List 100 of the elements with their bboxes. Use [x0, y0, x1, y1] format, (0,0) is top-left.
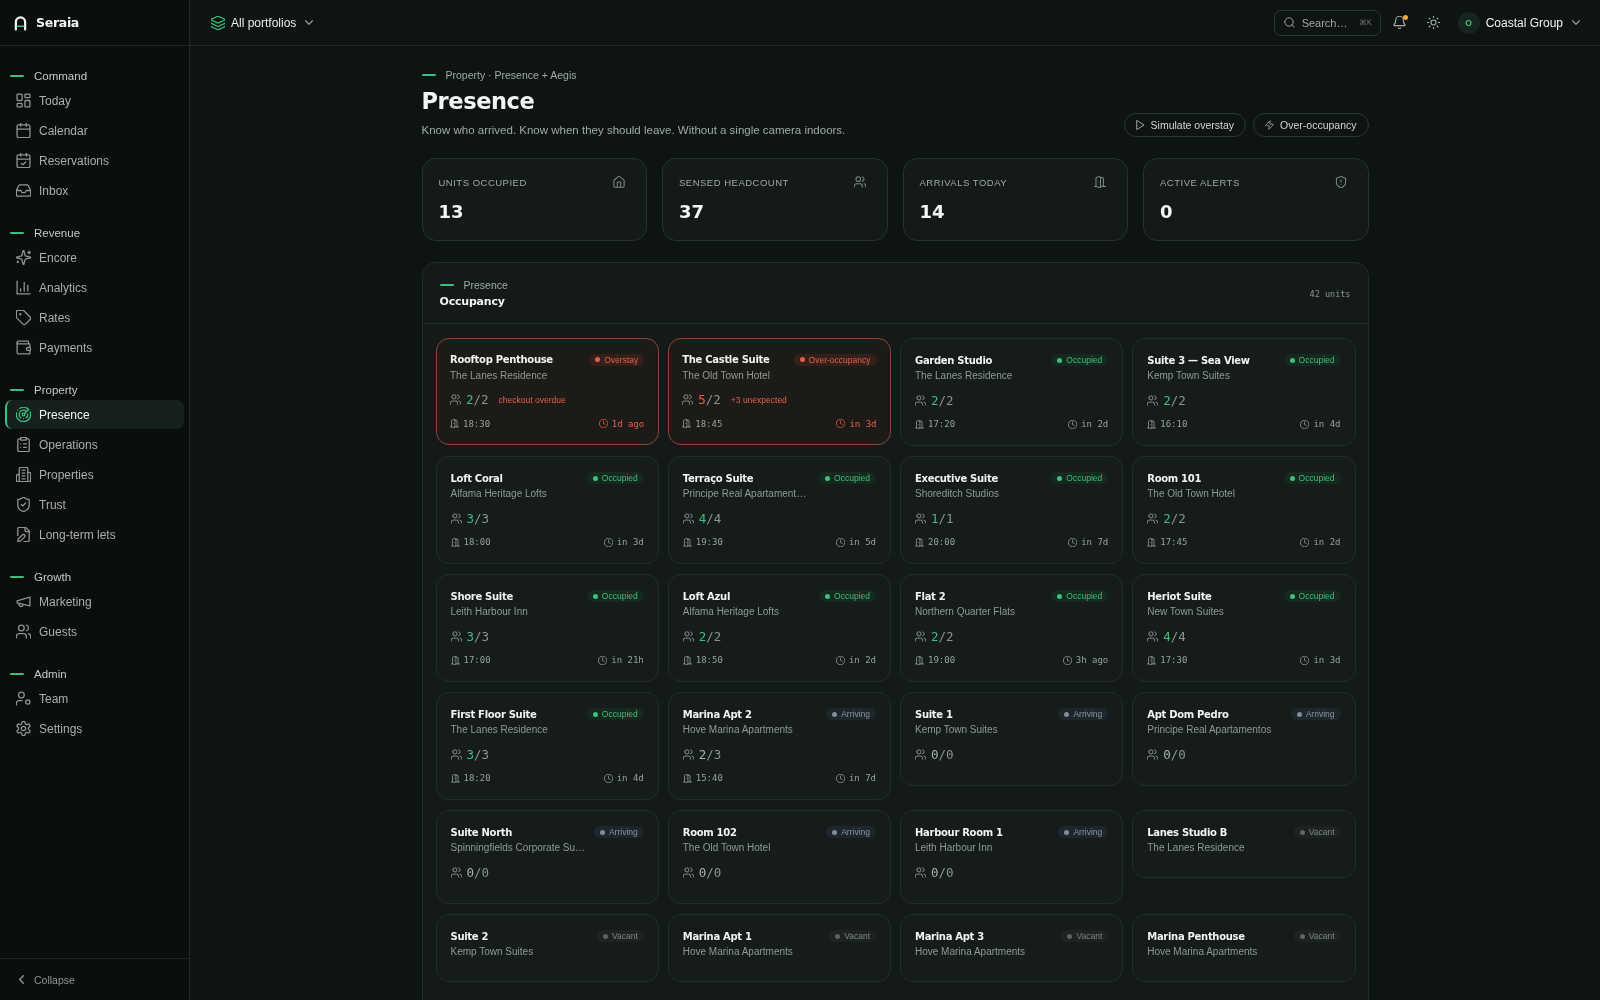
unit-card[interactable]: Marina Apt 1 Vacant Hove Marina Apartments: [667, 914, 891, 982]
users-icon: [1147, 748, 1159, 760]
nav-item[interactable]: Payments: [5, 333, 184, 362]
unit-card[interactable]: Suite 3 — Sea View Occupied Kemp Town Suites 2/2 16:10 in 4d: [1132, 338, 1356, 446]
status-label: Occupied: [601, 591, 638, 601]
nav-item[interactable]: Marketing: [5, 587, 184, 616]
unit-card[interactable]: Marina Penthouse Vacant Hove Marina Apartments: [1132, 914, 1356, 982]
nav-item[interactable]: Analytics: [5, 273, 184, 302]
unit-card[interactable]: Suite 2 Vacant Kemp Town Suites: [435, 914, 659, 982]
unit-card[interactable]: Executive Suite Occupied Shoreditch Studios 1/1 20:00 in 7d: [900, 456, 1124, 564]
collapse-button[interactable]: Collapse: [19, 973, 75, 986]
clock-icon: [1300, 537, 1310, 547]
settings-icon: [16, 721, 31, 736]
status-label: Occupied: [1066, 473, 1103, 483]
inbox-tray-icon: [16, 183, 31, 198]
calendar-check-icon: [16, 153, 31, 168]
unit-card[interactable]: Marina Apt 3 Vacant Hove Marina Apartments: [900, 914, 1124, 982]
property-name: The Lanes Residence: [450, 368, 549, 383]
nav-item[interactable]: Today: [5, 86, 184, 115]
unit-card[interactable]: Shore Suite Occupied Leith Harbour Inn 3/3 17:00 in 21h: [435, 574, 659, 682]
unit-name: Executive Suite: [915, 472, 998, 484]
shield-alert-icon: [1334, 176, 1347, 188]
nav-item[interactable]: Properties: [5, 460, 184, 489]
checkout-time: in 4d: [1313, 419, 1341, 429]
property-name: Kemp Town Suites: [1147, 369, 1231, 383]
clock-icon: [1300, 419, 1310, 429]
unit-card[interactable]: First Floor Suite Occupied The Lanes Residence 3/3 18:20 in 4d: [435, 692, 659, 800]
unit-card[interactable]: Apt Dom Pedro Arriving Principe Real Apartamentos 0/0: [1132, 692, 1356, 786]
users-icon: [682, 748, 694, 760]
unit-card[interactable]: Terraço Suite Occupied Principe Real Apartament… 4/4 19:30 in 5d: [667, 456, 891, 564]
nav-item[interactable]: Reservations: [5, 146, 184, 175]
users-icon: [1147, 394, 1159, 406]
status-label: Arriving: [1073, 827, 1103, 837]
nav-item[interactable]: Rates: [5, 303, 184, 332]
unit-card[interactable]: Garden Studio Occupied The Lanes Residence 2/2 17:20 in 2d: [900, 338, 1124, 446]
unit-card[interactable]: Room 102 Arriving The Old Town Hotel 0/0: [667, 810, 891, 904]
headcount-text: 3/3: [466, 628, 490, 644]
unit-card[interactable]: The Castle Suite Over-occupancy The Old Town Hotel 5/2 +3 unexpected 18:45 in 3d: [667, 338, 891, 445]
property-name: Alfama Heritage Lofts: [682, 605, 780, 619]
arrival-time: 16:10: [1160, 419, 1188, 429]
users-icon: [915, 866, 926, 878]
property-name: Northern Quarter Flats: [915, 605, 1017, 619]
unit-name: Apt Dom Pedro: [1147, 708, 1229, 720]
users-icon: [682, 512, 694, 524]
users-icon: [450, 512, 462, 524]
nav-item[interactable]: Long-term lets: [5, 520, 184, 549]
status-label: Vacant: [1076, 931, 1103, 941]
dash-icon: [10, 75, 24, 77]
checkout-time: in 7d: [848, 773, 876, 783]
chevron-down-icon: [305, 20, 314, 25]
unit-card[interactable]: Loft Coral Occupied Alfama Heritage Lofts 3/3 18:00 in 3d: [435, 456, 659, 564]
unit-name: Shore Suite: [450, 590, 513, 602]
dash-icon: [421, 74, 436, 76]
nav-item[interactable]: Inbox: [5, 176, 184, 205]
clock-icon: [1300, 655, 1310, 665]
account-avatar: O: [1457, 11, 1480, 34]
unit-card[interactable]: Loft Azul Occupied Alfama Heritage Lofts 2/2 18:50 in 2d: [667, 574, 891, 682]
property-name: The Old Town Hotel: [682, 841, 772, 855]
unit-name: Room 101: [1147, 472, 1202, 484]
unit-card[interactable]: Heriot Suite Occupied New Town Suites 4/4 17:30 in 3d: [1132, 574, 1356, 682]
nav-item[interactable]: Trust: [5, 490, 184, 519]
arrival-time: 18:30: [463, 418, 491, 429]
door-icon: [450, 655, 460, 665]
nav-item[interactable]: Encore: [5, 243, 184, 272]
unit-card[interactable]: Room 101 Occupied The Old Town Hotel 2/2 17:45 in 2d: [1132, 456, 1356, 564]
unit-card[interactable]: Suite North Arriving Spinningfields Corporate Su… 0/0: [435, 810, 659, 904]
nav-item[interactable]: Presence: [5, 400, 184, 429]
status-label: Vacant: [611, 931, 638, 941]
nav-item[interactable]: Calendar: [5, 116, 184, 145]
panel-title: Occupancy: [439, 295, 506, 309]
nav-item[interactable]: Operations: [5, 430, 184, 459]
stat-value: 0: [1160, 200, 1174, 224]
headcount-text: 0/0: [1163, 746, 1186, 762]
unit-name: First Floor Suite: [450, 708, 537, 720]
dashboard-grid-icon: [16, 93, 31, 108]
unit-card[interactable]: Marina Apt 2 Arriving Hove Marina Apartments 2/3 15:40 in 7d: [667, 692, 891, 800]
unit-card[interactable]: Flat 2 Occupied Northern Quarter Flats 2/2 19:00 3h ago: [900, 574, 1124, 682]
account-button[interactable]: O Coastal Group: [1457, 11, 1580, 34]
nav-item[interactable]: Settings: [5, 714, 184, 743]
unit-name: Suite 3 — Sea View: [1147, 354, 1250, 366]
portfolio-switcher[interactable]: All portfolios: [211, 9, 314, 36]
unit-card[interactable]: Suite 1 Arriving Kemp Town Suites 0/0: [900, 692, 1124, 786]
users-icon: [915, 512, 926, 524]
status-label: Vacant: [844, 931, 870, 941]
nav-item[interactable]: Guests: [5, 617, 184, 646]
door-icon: [450, 773, 460, 783]
nav-item[interactable]: Team: [5, 684, 184, 713]
clock-icon: [598, 655, 608, 665]
clock-icon: [598, 419, 608, 428]
headcount-text: 3/3: [466, 746, 490, 762]
unit-card[interactable]: Harbour Room 1 Arriving Leith Harbour Inn 0/0: [900, 810, 1124, 904]
door-icon: [1147, 655, 1157, 665]
headcount-text: 2/2: [1163, 392, 1186, 408]
unit-card[interactable]: Rooftop Penthouse Overstay The Lanes Residence 2/2 checkout overdue 18:30 1d ago: [435, 338, 659, 445]
dash-icon: [10, 673, 24, 675]
property-name: Kemp Town Suites: [450, 945, 535, 959]
unit-card[interactable]: Lanes Studio B Vacant The Lanes Residence: [1132, 810, 1356, 878]
arrival-time: 18:00: [463, 537, 491, 547]
chevron-down-icon: [1572, 20, 1580, 25]
clock-icon: [603, 773, 613, 783]
